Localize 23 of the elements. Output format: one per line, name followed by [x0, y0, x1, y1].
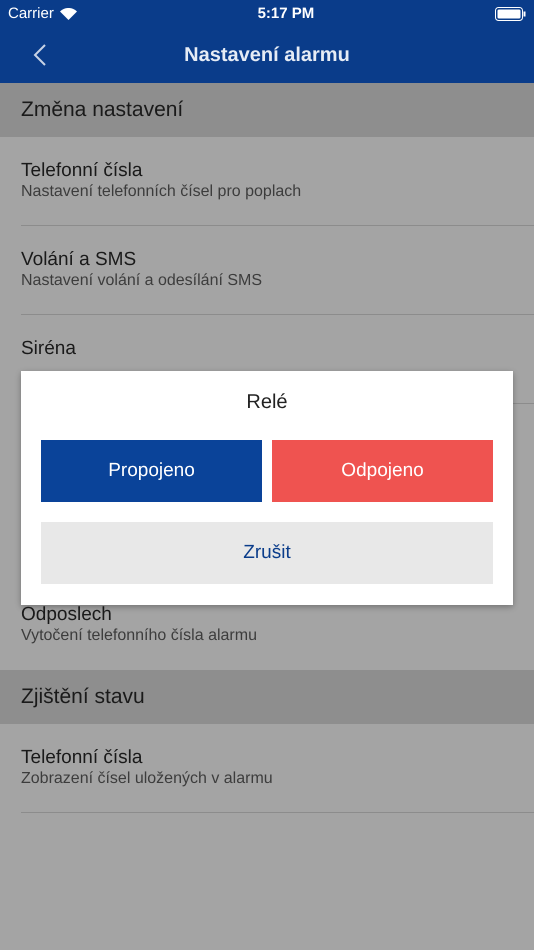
screen-title: Nastavení alarmu — [184, 44, 350, 66]
cancel-button[interactable]: Zrušit — [41, 522, 493, 584]
row-title: Siréna — [21, 337, 77, 360]
section-title: Změna nastavení — [21, 98, 184, 122]
back-icon[interactable] — [33, 43, 47, 67]
settings-row[interactable]: Telefonní čísla Nastavení telefonních čísel pro poplach — [0, 137, 534, 226]
time: 5:17 PM — [258, 5, 314, 22]
row-title: Volání a SMS — [21, 248, 138, 271]
row-title: Telefonní čísla — [21, 159, 144, 182]
row-subtitle: Nastavení volání a odesílání SMS — [21, 271, 264, 291]
wifi-icon — [60, 8, 77, 20]
row-subtitle: Vytočení telefonního čísla alarmu — [21, 626, 258, 646]
battery-icon — [494, 6, 526, 20]
dialog-title: Relé — [246, 391, 288, 415]
section-title: Zjištění stavu — [21, 685, 145, 709]
row-subtitle: Nastavení telefonních čísel pro poplach — [21, 182, 302, 202]
row-title: Odposlech — [21, 603, 113, 626]
settings-row[interactable]: Volání a SMS Nastavení volání a odesílání SMS — [0, 226, 534, 315]
row-subtitle: Zobrazení čísel uložených v alarmu — [21, 769, 274, 789]
settings-row[interactable]: Telefonní čísla Zobrazení čísel uložených v alarmu — [0, 724, 534, 813]
option-button[interactable]: Propojeno — [41, 440, 262, 502]
row-title: Telefonní čísla — [21, 746, 144, 769]
carrier: Carrier — [8, 5, 54, 22]
